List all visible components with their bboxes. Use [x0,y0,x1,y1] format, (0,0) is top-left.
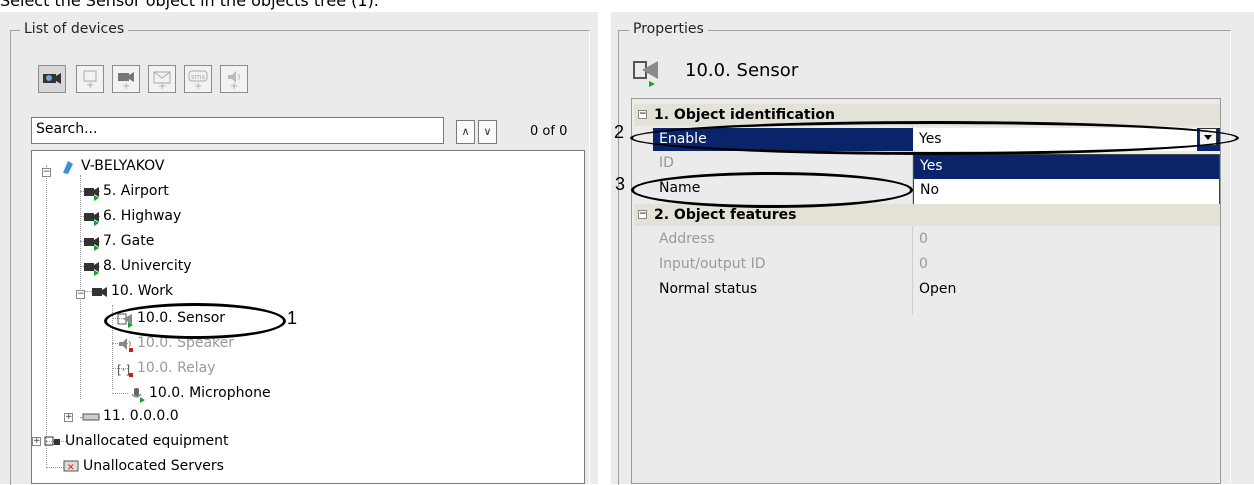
add-speaker-button[interactable]: + [220,65,248,93]
add-sensor-button[interactable]: + [76,65,104,93]
collapse-category-toggle[interactable]: − [638,210,647,219]
expand-device-toggle[interactable]: + [64,413,73,422]
tree-node-camera[interactable]: 6. Highway [82,205,181,227]
callout-number: 2 [614,122,625,142]
add-camera-icon: + [118,72,134,90]
devices-group-title: List of devices [20,21,129,37]
tree-node-label: 10.0. Relay [137,360,216,376]
property-row-normal-status[interactable]: Normal status Open [653,278,1220,301]
svg-text:+: + [230,81,238,90]
camera-icon [82,184,100,201]
equipment-icon [44,434,62,448]
callout-ellipse [104,303,286,339]
property-value: Open [919,281,957,297]
device-icon [82,409,100,423]
speaker-icon [116,336,134,352]
camera-icon [82,234,100,251]
tree-node-camera[interactable]: 7. Gate [82,230,154,252]
tree-node-relay[interactable]: [·] 10.0. Relay [116,357,216,379]
property-key: Address [659,231,715,247]
microphone-icon [128,386,146,403]
dropdown-option-no[interactable]: No [914,179,1219,203]
callout-number: 1 [287,308,298,328]
expand-unallocated-toggle[interactable]: + [32,437,41,446]
property-row-address[interactable]: Address 0 [653,228,1220,251]
server-icon [60,159,78,174]
property-key: Normal status [659,281,758,297]
tree-node-microphone[interactable]: 10.0. Microphone [128,382,271,404]
search-counter: 0 of 0 [530,124,568,139]
property-key: Input/output ID [659,256,766,272]
search-input[interactable]: Search... [31,117,444,144]
add-email-icon: + [153,71,171,90]
tree-node-label: 11. 0.0.0.0 [103,408,179,424]
property-row-io-id[interactable]: Input/output ID 0 [653,253,1220,276]
tree-node-camera[interactable]: 5. Airport [82,180,169,202]
collapse-category-toggle[interactable]: − [638,110,647,119]
tree-node-label: 5. Airport [103,183,169,199]
property-value: 0 [919,231,928,247]
tree-node-label: 8. Univercity [103,258,192,274]
collapse-server-toggle[interactable]: − [42,168,51,177]
relay-icon: [·] [116,361,134,377]
property-value: 0 [919,256,928,272]
add-sms-icon: sms+ [188,70,208,90]
tree-node-unallocated-servers[interactable]: ✕ Unallocated Servers [62,455,224,477]
svg-text:+: + [86,80,94,90]
svg-text:+: + [158,81,166,90]
tree-node-device[interactable]: 11. 0.0.0.0 [82,405,179,427]
tree-node-camera[interactable]: 10. Work [90,280,173,302]
search-next-button[interactable]: ∨ [478,120,497,144]
collapse-work-toggle[interactable]: − [76,290,85,299]
camera-icon [90,284,108,298]
tree-node-server[interactable]: V-BELYAKOV [60,155,165,177]
tree-node-camera[interactable]: 8. Univercity [82,255,192,277]
search-prev-button[interactable]: ∧ [456,120,475,144]
add-camera-button[interactable]: + [112,65,140,93]
tree-node-label: Unallocated Servers [83,458,224,474]
svg-text:+: + [122,81,130,90]
tree-node-unallocated-equipment[interactable]: Unallocated equipment [44,430,229,452]
camera-icon [82,259,100,276]
camera-search-button[interactable] [38,65,66,93]
tree-node-label: 10. Work [111,283,174,299]
property-key: ID [659,155,674,171]
add-sensor-icon: + [83,70,97,90]
svg-text:sms: sms [191,73,205,81]
svg-text:+: + [194,81,202,90]
instruction-caption: Select the Sensor object in the objects … [0,0,379,10]
dropdown-option-yes[interactable]: Yes [914,155,1219,179]
object-title: 10.0. Sensor [685,60,799,81]
add-speaker-icon: + [228,71,240,90]
tree-node-label: V-BELYAKOV [81,158,165,174]
unallocated-server-icon: ✕ [62,459,80,473]
sensor-icon [632,57,664,89]
camera-search-icon [43,73,61,84]
tree-node-label: 7. Gate [103,233,155,249]
callout-ellipse [631,172,913,208]
add-sms-button[interactable]: sms + [184,65,212,93]
tree-node-label: 10.0. Microphone [149,385,271,401]
callout-ellipse [630,121,1239,155]
category-features[interactable]: − 2. Object features [634,204,1220,226]
tree-node-label: 6. Highway [103,208,182,224]
svg-text:✕: ✕ [67,463,75,473]
camera-icon [82,209,100,226]
tree-node-label: Unallocated equipment [65,433,229,449]
properties-group-title: Properties [629,21,708,37]
add-email-button[interactable]: + [148,65,176,93]
callout-number: 3 [615,174,626,194]
